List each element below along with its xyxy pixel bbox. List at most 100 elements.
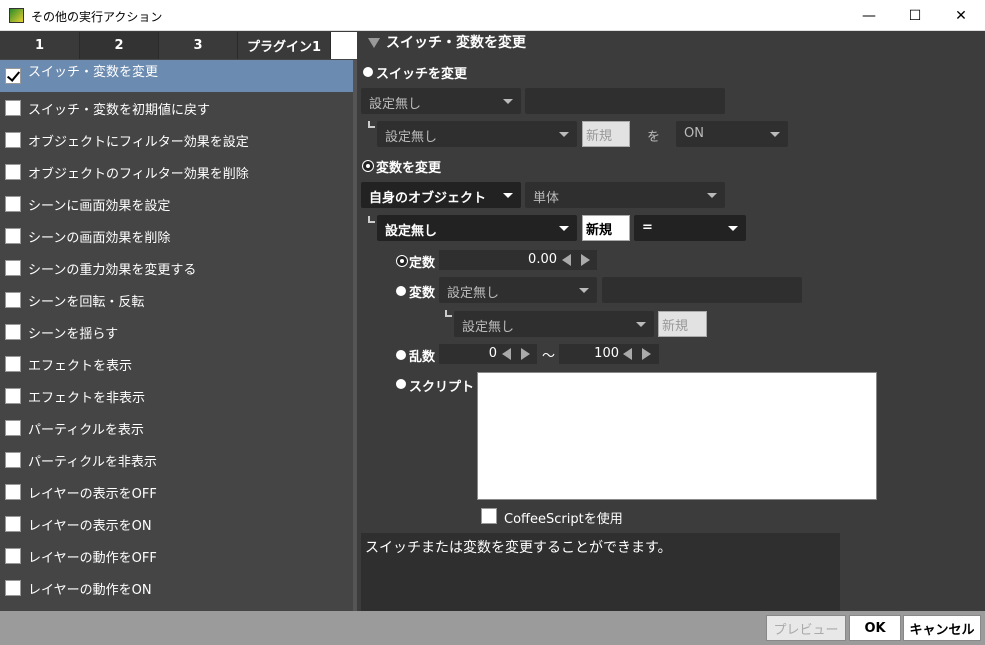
- dropdown-value: 自身のオブジェクト: [369, 191, 487, 206]
- list-item[interactable]: シーンに画面効果を設定: [0, 188, 357, 220]
- increment-icon[interactable]: [581, 254, 590, 266]
- list-item[interactable]: エフェクトを非表示: [0, 380, 357, 412]
- variable-scope-dropdown[interactable]: 単体: [525, 182, 725, 208]
- list-item[interactable]: シーンの重力効果を変更する: [0, 252, 357, 284]
- checkbox[interactable]: [5, 132, 21, 148]
- list-item[interactable]: オブジェクトのフィルター効果を削除: [0, 156, 357, 188]
- checkbox[interactable]: [5, 196, 21, 212]
- constant-stepper[interactable]: 0.00: [439, 250, 597, 270]
- list-item-label: エフェクトを非表示: [28, 391, 146, 406]
- tab-3[interactable]: 3: [159, 32, 238, 59]
- tab-1[interactable]: 1: [0, 32, 80, 59]
- description-box: スイッチまたは変数を変更することができます。: [361, 533, 840, 611]
- checkbox[interactable]: [5, 100, 21, 116]
- variable-ref-object-dropdown[interactable]: 設定無し: [439, 277, 597, 303]
- decrement-icon[interactable]: [623, 348, 632, 360]
- list-item[interactable]: レイヤーの動作をON: [0, 572, 357, 604]
- title-bar: その他の実行アクション — ☐ ✕: [0, 0, 985, 31]
- ok-button[interactable]: OK: [849, 615, 901, 641]
- variable-object-dropdown[interactable]: 自身のオブジェクト: [361, 182, 521, 208]
- tab-2[interactable]: 2: [80, 32, 159, 59]
- checkbox[interactable]: [5, 516, 21, 532]
- checkbox[interactable]: [5, 452, 21, 468]
- random-min-stepper[interactable]: 0: [439, 344, 537, 364]
- variable-new-button[interactable]: 新規: [582, 215, 630, 241]
- list-item-label: エフェクトを表示: [28, 359, 133, 374]
- checkbox[interactable]: [5, 580, 21, 596]
- checkbox[interactable]: [5, 260, 21, 276]
- variable-ref-name-field[interactable]: [602, 277, 802, 303]
- minimize-icon[interactable]: —: [846, 0, 892, 31]
- switch-radio[interactable]: [363, 67, 373, 77]
- list-item-label: レイヤーの動作をON: [28, 583, 152, 598]
- checkbox[interactable]: [5, 356, 21, 372]
- list-item[interactable]: スイッチ・変数を変更: [0, 60, 357, 92]
- list-item[interactable]: パーティクルを表示: [0, 412, 357, 444]
- list-item[interactable]: レイヤーの表示をOFF: [0, 476, 357, 508]
- operator-dropdown[interactable]: =: [634, 215, 746, 241]
- tab-plugin1[interactable]: プラグイン1: [238, 32, 331, 59]
- list-item[interactable]: エフェクトを表示: [0, 348, 357, 380]
- list-scrollbar[interactable]: [353, 60, 357, 611]
- chevron-down-icon: [707, 193, 717, 198]
- list-item-label: シーンを揺らす: [28, 327, 119, 342]
- list-item[interactable]: シーンを回転・反転: [0, 284, 357, 316]
- indent-corner-icon: [368, 216, 375, 223]
- maximize-icon[interactable]: ☐: [892, 0, 938, 31]
- list-item[interactable]: シーンの画面効果を削除: [0, 220, 357, 252]
- list-item[interactable]: パーティクルを非表示: [0, 444, 357, 476]
- chevron-down-icon: [503, 99, 513, 104]
- dropdown-value: ON: [684, 126, 704, 141]
- indent-corner-icon: [445, 310, 452, 317]
- increment-icon[interactable]: [521, 348, 530, 360]
- dropdown-value: 設定無し: [385, 130, 438, 145]
- list-item-label: レイヤーの表示をON: [28, 519, 152, 534]
- variable-ref-setting-dropdown[interactable]: 設定無し: [454, 311, 654, 337]
- variable-ref-radio[interactable]: [396, 286, 406, 296]
- preview-button[interactable]: プレビュー: [766, 615, 846, 641]
- checkbox[interactable]: [5, 292, 21, 308]
- close-icon[interactable]: ✕: [938, 0, 984, 31]
- script-radio[interactable]: [396, 379, 406, 389]
- list-item-label: スイッチ・変数を変更: [28, 65, 159, 80]
- range-tilde: 〜: [542, 349, 556, 364]
- variable-radio[interactable]: [363, 161, 373, 171]
- cancel-button[interactable]: キャンセル: [903, 615, 981, 641]
- checkbox[interactable]: [5, 548, 21, 564]
- list-item[interactable]: シーンを揺らす: [0, 316, 357, 348]
- random-radio[interactable]: [396, 350, 406, 360]
- checkbox[interactable]: [5, 68, 21, 84]
- list-item-label: レイヤーの動作をOFF: [28, 551, 157, 566]
- switch-name-field[interactable]: [525, 88, 725, 114]
- list-item[interactable]: スイッチ・変数を初期値に戻す: [0, 92, 357, 124]
- checkbox[interactable]: [5, 484, 21, 500]
- checkbox[interactable]: [5, 324, 21, 340]
- section-header[interactable]: スイッチ・変数を変更: [368, 32, 526, 52]
- increment-icon[interactable]: [642, 348, 651, 360]
- switch-new-button[interactable]: 新規: [582, 121, 630, 147]
- coffeescript-checkbox[interactable]: [481, 508, 497, 524]
- variable-setting-dropdown[interactable]: 設定無し: [377, 215, 577, 241]
- variable-radio-label: 変数を変更: [376, 161, 442, 176]
- list-item[interactable]: オブジェクトにフィルター効果を設定: [0, 124, 357, 156]
- checkbox[interactable]: [5, 164, 21, 180]
- script-editor[interactable]: [477, 372, 877, 500]
- switch-object-dropdown[interactable]: 設定無し: [361, 88, 521, 114]
- chevron-down-icon: [728, 226, 738, 231]
- list-item[interactable]: レイヤーの動作をOFF: [0, 540, 357, 572]
- footer-bar: プレビュー OK キャンセル: [0, 611, 985, 645]
- checkbox[interactable]: [5, 228, 21, 244]
- list-item[interactable]: レイヤーの表示をON: [0, 508, 357, 540]
- variable-ref-new-button[interactable]: 新規: [658, 311, 707, 337]
- decrement-icon[interactable]: [502, 348, 511, 360]
- collapse-triangle-icon: [368, 38, 380, 48]
- list-item-label: オブジェクトにフィルター効果を設定: [28, 135, 249, 150]
- switch-wo-label: を: [647, 130, 661, 145]
- checkbox[interactable]: [5, 388, 21, 404]
- checkbox[interactable]: [5, 420, 21, 436]
- random-max-stepper[interactable]: 100: [559, 344, 659, 364]
- switch-value-dropdown[interactable]: ON: [676, 121, 788, 147]
- switch-setting-dropdown[interactable]: 設定無し: [377, 121, 577, 147]
- decrement-icon[interactable]: [562, 254, 571, 266]
- constant-radio[interactable]: [397, 256, 407, 266]
